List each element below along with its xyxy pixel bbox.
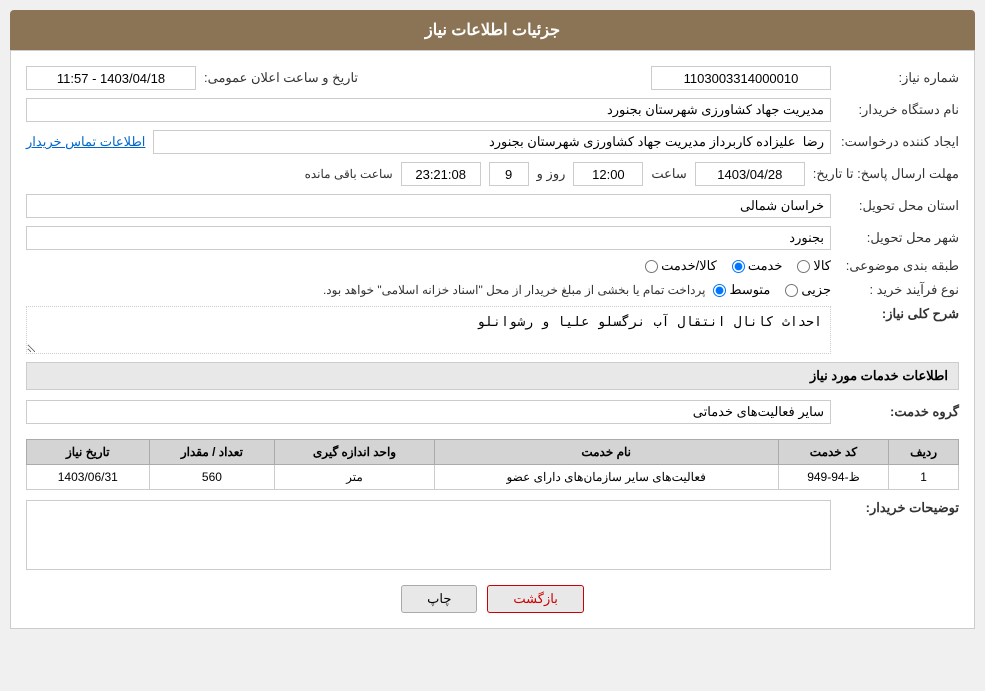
sharh-label: شرح کلی نیاز: [839,306,959,322]
col-tarikh: تاریخ نیاز [27,440,150,465]
tabaqe-khedmat[interactable]: خدمت [732,258,783,274]
tabaqe-radio-group: کالا خدمت کالا/خدمت [645,258,831,274]
grohe-input[interactable] [26,400,831,424]
noefarayand-label: نوع فرآیند خرید : [839,282,959,298]
shomareNiaz-input[interactable] [651,66,831,90]
khadamat-section-header: اطلاعات خدمات مورد نیاز [26,362,959,390]
etelaat-link[interactable]: اطلاعات تماس خریدار [26,134,145,150]
mohlat-roz-input[interactable] [489,162,529,186]
services-table-section: ردیف کد خدمت نام خدمت واحد اندازه گیری ت… [26,439,959,490]
namDastgah-input[interactable] [26,98,831,122]
cell-tedad: 560 [149,465,275,490]
print-button[interactable]: چاپ [401,585,477,613]
cell-tarikh: 1403/06/31 [27,465,150,490]
col-radif: ردیف [889,440,959,465]
sharh-textarea[interactable] [26,306,831,354]
mohlat-mande-label: ساعت باقی مانده [305,167,393,181]
namDastgah-label: نام دستگاه خریدار: [839,102,959,118]
tabaqe-kala[interactable]: کالا [797,258,831,274]
ostan-input[interactable] [26,194,831,218]
mohlat-date-input[interactable] [695,162,805,186]
table-row: 1 ظ-94-949 فعالیت‌های سایر سازمان‌های دا… [27,465,959,490]
col-tedad: تعداد / مقدار [149,440,275,465]
cell-radif: 1 [889,465,959,490]
button-row: بازگشت چاپ [26,585,959,613]
services-table: ردیف کد خدمت نام خدمت واحد اندازه گیری ت… [26,439,959,490]
mohlat-roz-label: روز و [537,166,566,182]
mohlat-saat-label: ساعت [651,166,686,182]
noefarayand-motevaset-label: متوسط [729,282,770,298]
noefarayand-radio-group: جزیی متوسط [713,282,831,298]
shahr-label: شهر محل تحویل: [839,230,959,246]
col-name: نام خدمت [434,440,778,465]
ijadKonande-input[interactable] [153,130,831,154]
tozihat-textarea[interactable] [26,500,831,570]
tarikh-label: تاریخ و ساعت اعلان عمومی: [204,70,358,86]
tabaqe-kala-khedmat-label: کالا/خدمت [661,258,717,274]
ostan-label: استان محل تحویل: [839,198,959,214]
mohlat-saat-input[interactable] [573,162,643,186]
tabaqe-label: طبقه بندی موضوعی: [839,258,959,274]
col-vahed: واحد اندازه گیری [275,440,434,465]
grohe-label: گروه خدمت: [839,404,959,420]
tozihat-label: توضیحات خریدار: [839,500,959,516]
page-title: جزئیات اطلاعات نیاز [10,10,975,50]
shahr-input[interactable] [26,226,831,250]
col-kod: کد خدمت [778,440,888,465]
noefarayand-jozii-label: جزیی [801,282,831,298]
noefarayand-motevaset[interactable]: متوسط [713,282,770,298]
cell-vahed: متر [275,465,434,490]
back-button[interactable]: بازگشت [487,585,583,613]
cell-name: فعالیت‌های سایر سازمان‌های دارای عضو [434,465,778,490]
mohlat-label: مهلت ارسال پاسخ: تا تاریخ: [813,166,959,182]
tabaqe-kala-label: کالا [813,258,831,274]
mohlat-mande-input [401,162,481,186]
shomareNiaz-label: شماره نیاز: [839,70,959,86]
cell-kod: ظ-94-949 [778,465,888,490]
ijadKonande-label: ایجاد کننده درخواست: [839,134,959,150]
tabaqe-kala-khedmat[interactable]: کالا/خدمت [645,258,717,274]
tarikh-input[interactable] [26,66,196,90]
tabaqe-khedmat-label: خدمت [748,258,783,274]
noefarayand-jozii[interactable]: جزیی [785,282,831,298]
noefarayand-note: پرداخت تمام یا بخشی از مبلغ خریدار از مح… [323,283,706,297]
